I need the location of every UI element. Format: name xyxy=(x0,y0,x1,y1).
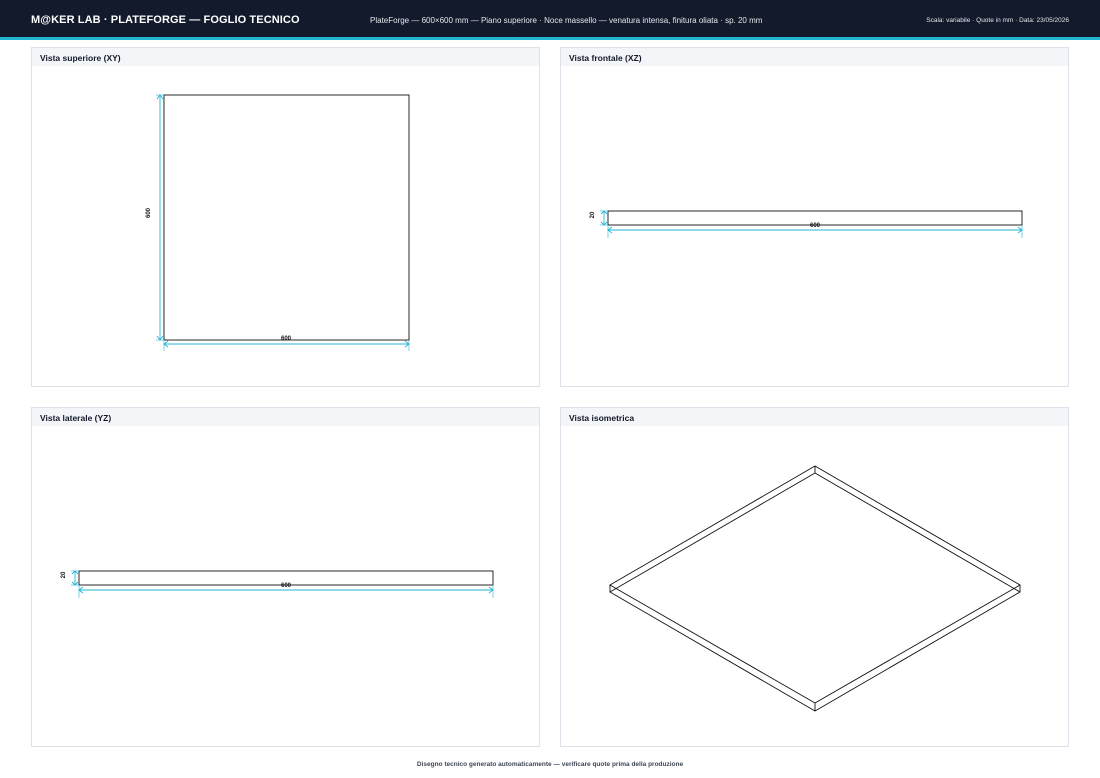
top-view-drawing: 600 600 xyxy=(146,94,410,351)
dimension-label-thickness: 20 xyxy=(590,211,596,218)
iso-view-drawing xyxy=(609,465,1021,712)
dimension-label-width: 600 xyxy=(281,336,292,342)
iso-inner-edge xyxy=(814,472,1021,593)
iso-bottom-edges xyxy=(609,585,1021,712)
side-view-drawing: 600 20 xyxy=(61,570,494,598)
footer-note: Disegno tecnico generato automaticamente… xyxy=(416,761,684,768)
panel-iso-view: Vista isometrica xyxy=(560,407,1069,747)
title-bar: M@KER LAB · PLATEFORGE — FOGLIO TECNICO … xyxy=(0,0,1100,40)
dimension-label-width: 600 xyxy=(810,223,821,229)
sheet-meta: Scala: variabile · Quote in mm · Data: 2… xyxy=(926,17,1069,24)
panel-front-view: Vista frontale (XZ) 600 20 xyxy=(560,47,1069,387)
dimension-label-depth: 600 xyxy=(281,583,292,589)
front-view-drawing: 600 20 xyxy=(590,210,1023,238)
iso-inner-edge xyxy=(609,472,816,593)
iso-top-face xyxy=(609,465,1021,704)
sheet-title: M@KER LAB · PLATEFORGE — FOGLIO TECNICO xyxy=(31,14,300,26)
dimension-label-thickness: 20 xyxy=(61,571,67,578)
panel-top-view: Vista superiore (XY) 600 600 xyxy=(31,47,540,387)
panel-side-view: Vista laterale (YZ) 600 20 xyxy=(31,407,540,747)
part-description: PlateForge — 600×600 mm — Piano superior… xyxy=(370,16,763,25)
dimension-label-depth: 600 xyxy=(146,207,152,218)
top-view-outline xyxy=(163,94,410,341)
